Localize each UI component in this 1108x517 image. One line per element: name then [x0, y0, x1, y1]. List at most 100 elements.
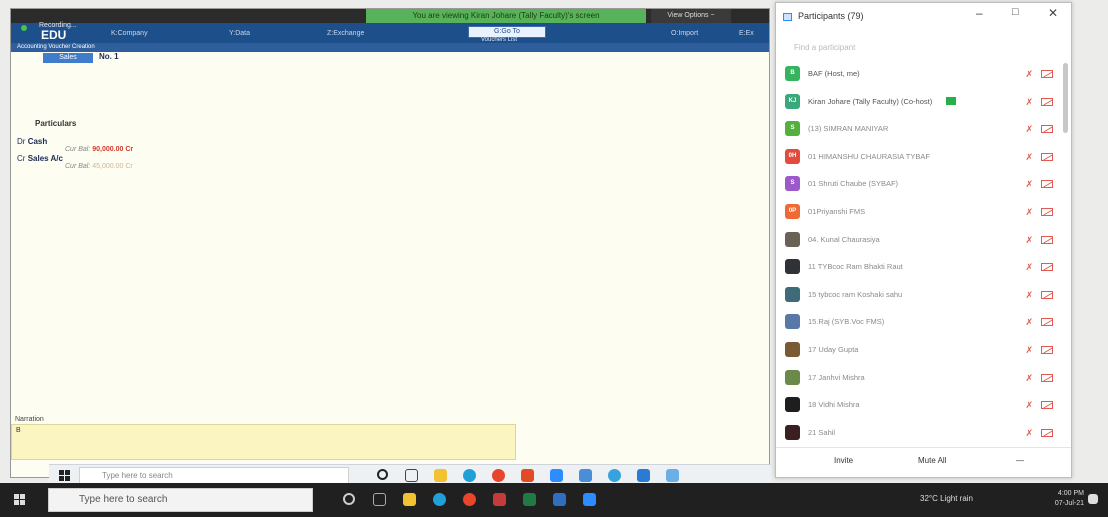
video-off-icon[interactable]: [1041, 318, 1053, 327]
video-off-icon[interactable]: [1041, 152, 1053, 161]
windows-start-icon[interactable]: [14, 494, 26, 506]
windows-start-icon[interactable]: [59, 470, 71, 482]
video-off-icon[interactable]: [1041, 401, 1053, 410]
chrome-icon[interactable]: [463, 493, 476, 506]
cortana-icon[interactable]: [343, 493, 355, 505]
chrome-icon[interactable]: [492, 469, 505, 482]
mic-muted-icon[interactable]: ✗: [1025, 262, 1033, 273]
view-options-button[interactable]: View Options ~: [651, 9, 731, 23]
avatar: [785, 286, 800, 302]
menu-import[interactable]: O:Import: [671, 30, 698, 37]
dr-bal-amount: 90,000.00 Cr: [92, 146, 134, 153]
voucher-type-tab[interactable]: Sales: [43, 53, 93, 63]
narration-field[interactable]: B: [11, 424, 516, 460]
participant-name: 01Priyanshi FMS: [808, 206, 866, 216]
office-icon[interactable]: [521, 469, 534, 482]
taskbar-search-box[interactable]: Type here to search: [48, 488, 313, 512]
participant-scrollbar[interactable]: [1063, 63, 1068, 133]
zoom-icon[interactable]: [550, 469, 563, 482]
mic-muted-icon[interactable]: ✗: [1025, 124, 1033, 135]
participant-row[interactable]: 0H 01 HIMANSHU CHAURASIA TYBAF ✗: [776, 144, 1061, 172]
menu-exchange[interactable]: Z:Exchange: [327, 30, 364, 37]
menu-data[interactable]: Y:Data: [229, 30, 250, 37]
taskbar-clock[interactable]: 4:00 PM 07-Jul-21: [1048, 489, 1084, 509]
mic-muted-icon[interactable]: ✗: [1025, 428, 1033, 439]
mic-muted-icon[interactable]: ✗: [1025, 235, 1033, 246]
participant-row[interactable]: 04. Kunal Chaurasiya ✗: [776, 227, 1061, 255]
video-off-icon[interactable]: [1041, 290, 1053, 299]
file-explorer-icon[interactable]: [403, 493, 416, 506]
invite-button[interactable]: Invite: [834, 456, 853, 465]
mic-muted-icon[interactable]: ✗: [1025, 69, 1033, 80]
participant-row[interactable]: 0P 01Priyanshi FMS ✗: [776, 199, 1061, 227]
mic-muted-icon[interactable]: ✗: [1025, 290, 1033, 301]
participant-name: Kiran Johare (Tally Faculty) (Co-host): [808, 96, 933, 106]
zoom-icon[interactable]: [583, 493, 596, 506]
cr-entry[interactable]: Cr Sales A/c: [17, 154, 63, 163]
browser-icon[interactable]: [608, 469, 621, 482]
participant-row[interactable]: 17 Janhvi Mishra ✗: [776, 365, 1061, 393]
menu-export[interactable]: E:Ex: [739, 30, 754, 37]
participant-row[interactable]: 21 Sahil ✗: [776, 420, 1061, 441]
store-icon[interactable]: [637, 469, 650, 482]
word-icon[interactable]: [553, 493, 566, 506]
maximize-icon[interactable]: □: [1012, 6, 1019, 18]
task-view-icon[interactable]: [373, 493, 386, 506]
voucher-title: Accounting Voucher Creation: [11, 43, 769, 52]
notification-icon[interactable]: [1088, 494, 1098, 504]
video-off-icon[interactable]: [1041, 125, 1053, 134]
video-off-icon[interactable]: [1041, 373, 1053, 382]
mic-muted-icon[interactable]: ✗: [1025, 345, 1033, 356]
participants-panel: Participants (79) – □ ✕ Find a participa…: [775, 2, 1072, 478]
video-off-icon[interactable]: [1041, 428, 1053, 437]
participant-row[interactable]: KJ Kiran Johare (Tally Faculty) (Co-host)…: [776, 89, 1061, 117]
participant-row[interactable]: 15 tybcoc ram Koshaki sahu ✗: [776, 282, 1061, 310]
mic-muted-icon[interactable]: ✗: [1025, 207, 1033, 218]
participant-row[interactable]: 18 Vidhi Mishra ✗: [776, 392, 1061, 420]
cortana-icon[interactable]: [377, 469, 388, 480]
video-off-icon[interactable]: [1041, 235, 1053, 244]
task-view-icon[interactable]: [405, 469, 418, 482]
video-off-icon[interactable]: [1041, 345, 1053, 354]
mute-all-button[interactable]: Mute All: [918, 456, 946, 465]
mic-muted-icon[interactable]: ✗: [1025, 373, 1033, 384]
participant-row[interactable]: 11 TYBcoc Ram Bhakti Raut ✗: [776, 254, 1061, 282]
participant-name: 18 Vidhi Mishra: [808, 400, 860, 410]
close-icon[interactable]: ✕: [1048, 6, 1058, 20]
company-name: EDU: [41, 28, 67, 42]
mic-muted-icon[interactable]: ✗: [1025, 179, 1033, 190]
participant-row[interactable]: S (13) SIMRAN MANIYAR ✗: [776, 116, 1061, 144]
inner-search-box[interactable]: Type here to search: [79, 467, 349, 484]
video-off-icon[interactable]: [1041, 97, 1053, 106]
app-icon[interactable]: [579, 469, 592, 482]
participant-row[interactable]: S 01 Shruti Chaube (SYBAF) ✗: [776, 171, 1061, 199]
avatar: KJ: [785, 93, 800, 109]
participant-name: 01 HIMANSHU CHAURASIA TYBAF: [808, 151, 930, 161]
participant-row[interactable]: 15.Raj (SYB.Voc FMS) ✗: [776, 309, 1061, 337]
file-explorer-icon[interactable]: [434, 469, 447, 482]
clock-date: 07-Jul-21: [1054, 500, 1084, 507]
mic-muted-icon[interactable]: ✗: [1025, 97, 1033, 108]
edge-icon[interactable]: [463, 469, 476, 482]
participant-name: 11 TYBcoc Ram Bhakti Raut: [808, 262, 903, 272]
participant-search-input[interactable]: Find a participant: [786, 39, 1056, 57]
powerpoint-icon[interactable]: [493, 493, 506, 506]
avatar: S: [785, 121, 800, 137]
mic-muted-icon[interactable]: ✗: [1025, 152, 1033, 163]
mic-muted-icon[interactable]: ✗: [1025, 317, 1033, 328]
video-off-icon[interactable]: [1041, 207, 1053, 216]
video-off-icon[interactable]: [1041, 263, 1053, 272]
edge-icon[interactable]: [433, 493, 446, 506]
mic-muted-icon[interactable]: ✗: [1025, 400, 1033, 411]
minimize-icon[interactable]: –: [976, 6, 983, 20]
participant-row[interactable]: B BAF (Host, me) ✗: [776, 61, 1061, 89]
video-off-icon[interactable]: [1041, 180, 1053, 189]
menu-company[interactable]: K:Company: [111, 30, 148, 37]
video-off-icon[interactable]: [1041, 70, 1053, 78]
dr-entry[interactable]: Dr Cash: [17, 137, 47, 146]
participant-row[interactable]: 17 Uday Gupta ✗: [776, 337, 1061, 365]
more-options-icon[interactable]: —: [1016, 456, 1024, 465]
excel-icon[interactable]: [523, 493, 536, 506]
weather-status[interactable]: 32°C Light rain: [920, 494, 973, 503]
mail-icon[interactable]: [666, 469, 679, 482]
